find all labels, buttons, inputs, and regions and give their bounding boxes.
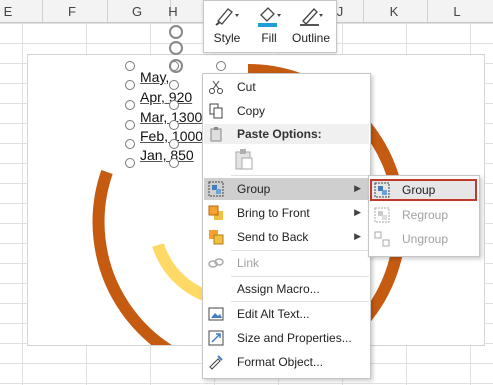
submenu-item-ungroup[interactable]: Ungroup <box>370 228 477 250</box>
selection-handle[interactable] <box>125 158 135 168</box>
style-button[interactable]: Style <box>206 1 248 51</box>
group-submenu: Group Regroup Ungroup <box>368 175 480 257</box>
submenu-arrow-icon: ▶ <box>354 183 361 193</box>
submenu-arrow-icon: ▶ <box>354 231 361 241</box>
format-object-icon <box>209 355 223 370</box>
menu-divider <box>231 276 369 277</box>
selection-handle[interactable] <box>169 139 179 149</box>
menu-item-size-and-properties[interactable]: Size and Properties... <box>204 327 369 349</box>
column-header-g[interactable]: G <box>117 4 157 19</box>
column-header-e[interactable]: E <box>0 4 28 19</box>
selection-handle[interactable] <box>125 61 135 71</box>
send-to-back-icon <box>209 230 224 245</box>
column-header-f[interactable]: F <box>52 4 92 19</box>
selection-handle[interactable] <box>216 61 226 71</box>
style-brush-icon <box>215 8 239 26</box>
column-divider <box>107 0 108 22</box>
menu-divider <box>231 250 369 251</box>
context-menu: Cut Copy Paste Options: Group ▶ Bring to… <box>202 73 371 379</box>
selection-handle[interactable] <box>125 139 135 149</box>
submenu-arrow-icon: ▶ <box>354 207 361 217</box>
selection-handle[interactable] <box>125 80 135 90</box>
mini-toolbar: Style Fill Outline <box>203 0 337 53</box>
menu-item-send-to-back[interactable]: Send to Back ▶ <box>204 226 369 248</box>
selection-handle[interactable] <box>125 100 135 110</box>
menu-item-edit-alt-text[interactable]: Edit Alt Text... <box>204 303 369 325</box>
selection-handle[interactable] <box>125 120 135 130</box>
chart-label-feb[interactable]: Feb, 1000 <box>130 128 204 145</box>
menu-item-copy[interactable]: Copy <box>204 100 369 122</box>
column-header-h[interactable]: H <box>153 4 193 19</box>
selection-handle[interactable] <box>169 158 179 168</box>
group-objects-icon <box>374 182 390 198</box>
submenu-item-regroup[interactable]: Regroup <box>370 204 477 226</box>
column-header-k[interactable]: K <box>374 4 414 19</box>
selection-handle[interactable] <box>169 120 179 130</box>
submenu-item-group[interactable]: Group <box>370 179 477 201</box>
chart-label-jan[interactable]: Jan, 850 <box>130 147 204 164</box>
outline-button[interactable]: Outline <box>290 1 332 51</box>
menu-divider <box>231 175 369 176</box>
menu-item-format-object[interactable]: Format Object... <box>204 351 369 373</box>
paste-options-header: Paste Options: <box>204 124 369 144</box>
link-icon <box>208 258 224 268</box>
selection-handle[interactable] <box>169 100 179 110</box>
chart-label-mar[interactable]: Mar, 1300 <box>130 109 204 126</box>
column-header-l[interactable]: L <box>437 4 477 19</box>
menu-item-group[interactable]: Group ▶ <box>204 178 369 200</box>
rotation-handles[interactable] <box>165 22 187 82</box>
outline-pen-icon <box>300 8 323 26</box>
menu-item-assign-macro[interactable]: Assign Macro... <box>204 278 369 300</box>
menu-item-cut[interactable]: Cut <box>204 76 369 98</box>
fill-bucket-icon <box>258 7 281 27</box>
ungroup-icon <box>374 231 390 247</box>
regroup-icon <box>374 207 390 223</box>
fill-button[interactable]: Fill <box>248 1 290 51</box>
paste-options-icon <box>210 127 222 142</box>
scissors-icon <box>209 80 223 94</box>
menu-divider <box>231 301 369 302</box>
column-divider <box>427 0 428 22</box>
menu-item-link[interactable]: Link <box>204 252 369 274</box>
menu-item-bring-to-front[interactable]: Bring to Front ▶ <box>204 202 369 224</box>
column-divider <box>363 0 364 22</box>
group-objects-icon <box>208 181 224 197</box>
bring-to-front-icon <box>208 205 223 220</box>
paste-clipboard-icon[interactable] <box>233 148 255 170</box>
chart-label-apr[interactable]: Apr, 920 <box>130 89 204 106</box>
alt-text-icon <box>208 307 224 321</box>
column-divider <box>42 0 43 22</box>
copy-icon <box>209 103 223 119</box>
size-properties-icon <box>208 330 224 346</box>
